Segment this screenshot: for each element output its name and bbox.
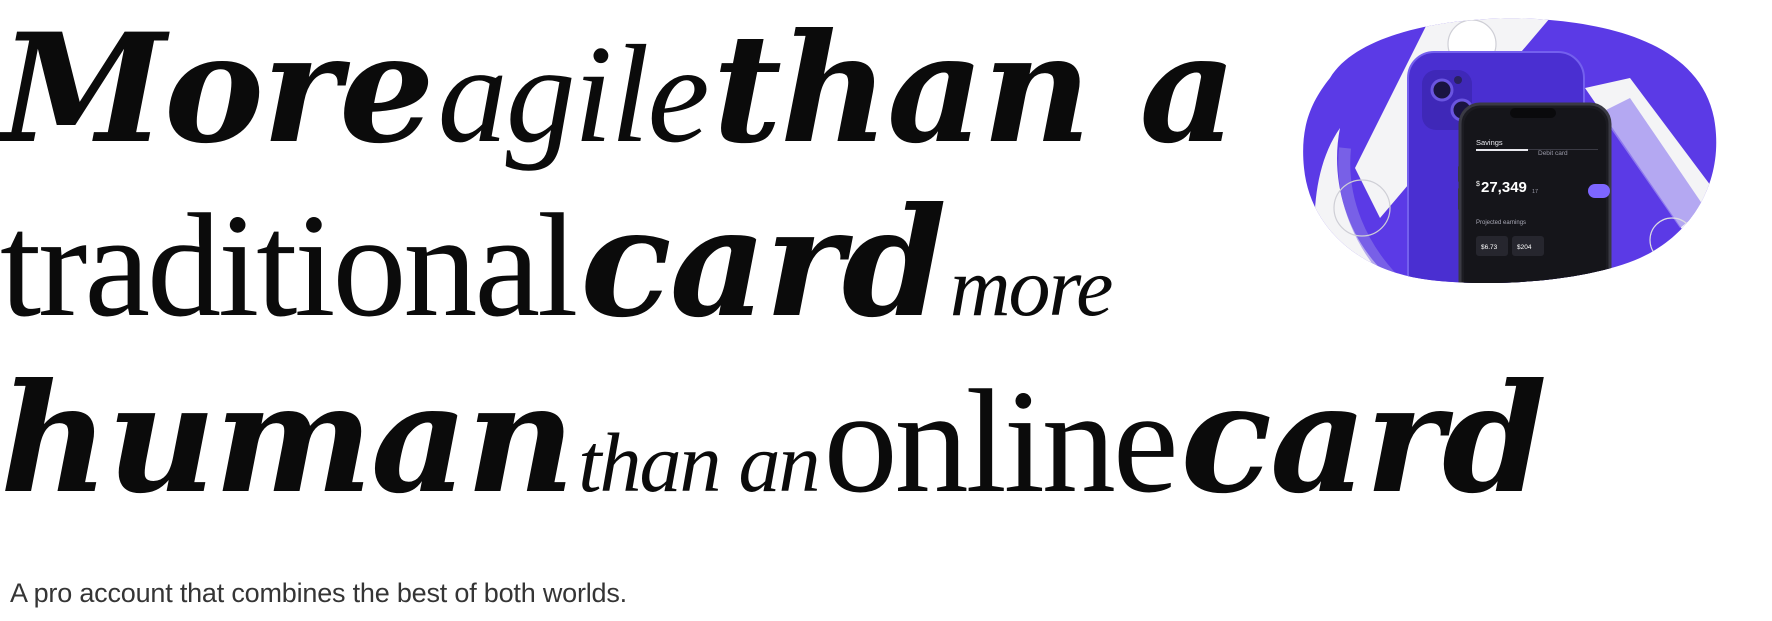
hero-illustration: Savings Debit card $ 27,349 17 Projected… xyxy=(1300,18,1720,286)
phone-currency: $ xyxy=(1476,181,1480,188)
headline-word-more: More xyxy=(0,1,435,177)
phone-balance: 27,349 xyxy=(1481,179,1527,196)
phone-action-pill xyxy=(1588,184,1610,198)
phone-projected-label: Projected earnings xyxy=(1476,220,1526,226)
headline-word-traditional: traditional xyxy=(0,184,578,348)
phone-tab-savings: Savings xyxy=(1476,138,1503,147)
headline-word-than-an: than an xyxy=(578,417,820,510)
headline-line-2: traditional card more xyxy=(0,175,1114,351)
headline-word-than-a: than a xyxy=(712,1,1237,177)
headline-line-3: human than an online card xyxy=(0,351,1547,527)
headline-word-agile: agile xyxy=(437,17,710,172)
headline-word-card: card xyxy=(580,175,946,351)
phone-tab-debit: Debit card xyxy=(1538,150,1568,157)
hero-section: More agile than a traditional card more … xyxy=(0,0,1772,621)
phone-chip-2: $204 xyxy=(1517,244,1532,251)
phone-chip-1: $6.73 xyxy=(1481,244,1498,251)
headline-word-card-2: card xyxy=(1180,351,1547,527)
headline-word-human: human xyxy=(0,351,575,527)
phone-balance-cents: 17 xyxy=(1532,189,1538,195)
subtitle-text: A pro account that combines the best of … xyxy=(10,578,627,608)
headline-line-1: More agile than a xyxy=(0,1,1237,177)
headline-word-more-small: more xyxy=(949,241,1114,334)
headline-word-online: online xyxy=(823,360,1179,524)
phone-illustration: Savings Debit card $ 27,349 17 Projected… xyxy=(1303,18,1717,284)
